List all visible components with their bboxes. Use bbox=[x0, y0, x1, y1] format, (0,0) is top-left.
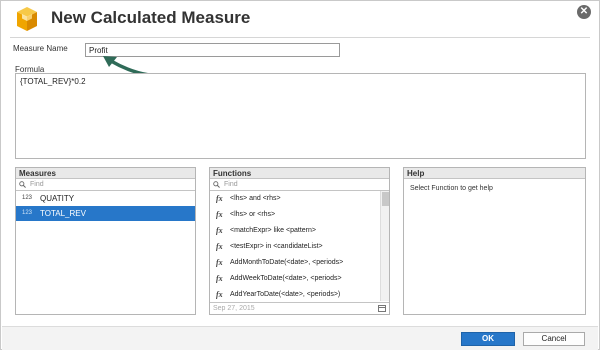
cancel-button[interactable]: Cancel bbox=[523, 332, 585, 346]
scrollbar-thumb[interactable] bbox=[382, 192, 389, 206]
search-icon bbox=[19, 181, 26, 188]
measures-find-input[interactable]: Find bbox=[16, 179, 195, 191]
function-fx-icon: fx bbox=[216, 226, 223, 235]
functions-find-placeholder: Find bbox=[224, 180, 238, 188]
function-item[interactable]: fx <testExpr> in <candidateList> bbox=[210, 239, 389, 255]
function-item-label: <testExpr> in <candidateList> bbox=[230, 243, 323, 250]
help-header: Help bbox=[404, 168, 585, 179]
function-fx-icon: fx bbox=[216, 258, 223, 267]
dialog-title: New Calculated Measure bbox=[51, 8, 251, 27]
close-icon[interactable]: ✕ bbox=[577, 5, 591, 19]
header-divider bbox=[10, 37, 590, 38]
new-calculated-measure-dialog: New Calculated Measure ✕ Measure Name Fo… bbox=[0, 0, 600, 350]
measures-header: Measures bbox=[16, 168, 195, 179]
function-item-label: <lhs> or <rhs> bbox=[230, 211, 276, 218]
function-item[interactable]: fx AddMonthToDate(<date>, <periods> bbox=[210, 255, 389, 271]
function-fx-icon: fx bbox=[216, 290, 223, 299]
functions-header: Functions bbox=[210, 168, 389, 179]
function-fx-icon: fx bbox=[216, 194, 223, 203]
function-item-label: AddYearToDate(<date>, <periods>) bbox=[230, 291, 341, 298]
functions-scrollbar[interactable] bbox=[380, 191, 389, 301]
cube-stack-icon bbox=[17, 7, 37, 31]
function-item-label: <lhs> and <rhs> bbox=[230, 195, 281, 202]
functions-footer: Sep 27, 2015 bbox=[210, 302, 389, 314]
numeric-type-icon: 123 bbox=[22, 195, 33, 201]
function-item[interactable]: fx AddYearToDate(<date>, <periods>) bbox=[210, 287, 389, 301]
date-text: Sep 27, 2015 bbox=[213, 305, 255, 312]
function-item-label: AddWeekToDate(<date>, <periods> bbox=[230, 275, 342, 282]
function-item-label: AddMonthToDate(<date>, <periods> bbox=[230, 259, 344, 266]
functions-find-input[interactable]: Find bbox=[210, 179, 389, 191]
measures-panel: Measures Find 123 QUATITY 123 TOTAL_REV bbox=[15, 167, 196, 315]
measure-item-label: QUATITY bbox=[40, 194, 75, 203]
function-fx-icon: fx bbox=[216, 210, 223, 219]
function-item[interactable]: fx <lhs> or <rhs> bbox=[210, 207, 389, 223]
numeric-type-icon: 123 bbox=[22, 210, 33, 216]
functions-list: fx <lhs> and <rhs> fx <lhs> or <rhs> fx <ma… bbox=[210, 191, 389, 301]
function-item-label: <matchExpr> like <pattern> bbox=[230, 227, 316, 234]
ok-button[interactable]: OK bbox=[461, 332, 515, 346]
functions-panel: Functions Find fx <lhs> and <rhs> fx <lhs>… bbox=[209, 167, 390, 315]
function-item[interactable]: fx AddWeekToDate(<date>, <periods> bbox=[210, 271, 389, 287]
measure-item-quatity[interactable]: 123 QUATITY bbox=[16, 191, 195, 206]
function-fx-icon: fx bbox=[216, 242, 223, 251]
formula-editor[interactable]: {TOTAL_REV}*0.2 bbox=[15, 73, 586, 159]
help-panel: Help Select Function to get help bbox=[403, 167, 586, 315]
function-item[interactable]: fx <matchExpr> like <pattern> bbox=[210, 223, 389, 239]
measure-name-label: Measure Name bbox=[13, 44, 68, 53]
search-icon bbox=[213, 181, 220, 188]
measure-item-label: TOTAL_REV bbox=[40, 209, 86, 218]
measures-find-placeholder: Find bbox=[30, 180, 44, 188]
function-fx-icon: fx bbox=[216, 274, 223, 283]
function-item[interactable]: fx <lhs> and <rhs> bbox=[210, 191, 389, 207]
calendar-icon[interactable] bbox=[378, 305, 386, 312]
measure-item-total-rev[interactable]: 123 TOTAL_REV bbox=[16, 206, 195, 221]
help-text: Select Function to get help bbox=[410, 185, 493, 192]
